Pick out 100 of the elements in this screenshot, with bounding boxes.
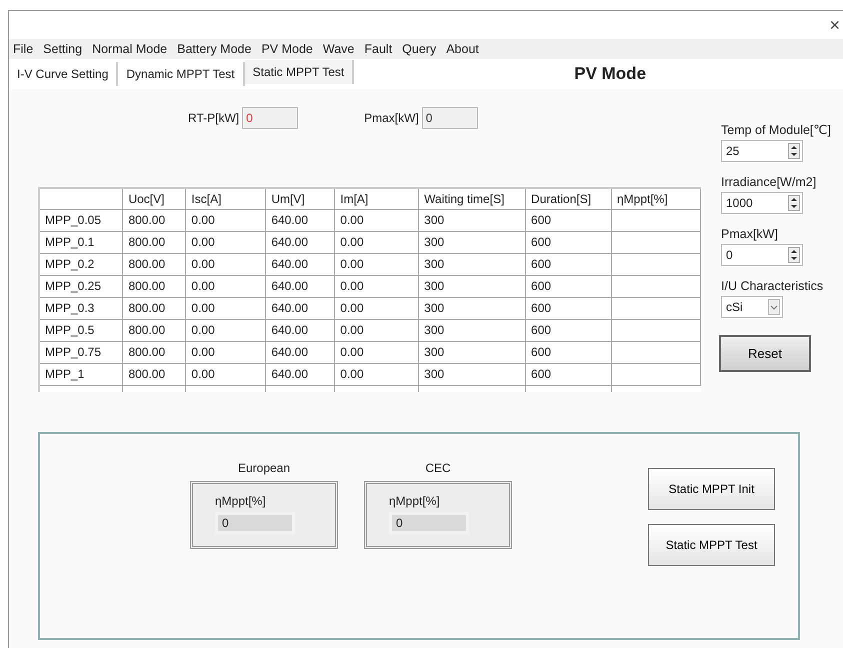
table-cell: 640.00 xyxy=(266,297,335,319)
table-cell: 800.00 xyxy=(122,341,186,363)
table-cell: 600 xyxy=(526,341,612,363)
table-cell: 0.00 xyxy=(334,363,419,385)
table-cell: 0.00 xyxy=(334,253,419,275)
table-cell: 800.00 xyxy=(122,297,186,319)
setting-label: Pmax[kW] xyxy=(721,227,779,241)
efficiency-label: ηMppt[%] xyxy=(215,494,267,508)
dropdown-caret-icon[interactable] xyxy=(768,299,780,315)
row-header-cell: MPP_0.5 xyxy=(39,319,123,341)
table-cell: 600 xyxy=(526,275,612,297)
table-cell: 800.00 xyxy=(122,275,186,297)
efficiency-field: 0 xyxy=(215,512,295,534)
table-cell: 300 xyxy=(418,341,526,363)
table-cell: 300 xyxy=(418,319,526,341)
table-cell: 0.00 xyxy=(334,341,419,363)
table-cell: 300 xyxy=(418,297,526,319)
header-cell: Im[A] xyxy=(334,188,419,209)
header-cell: Waiting time[S] xyxy=(418,188,526,209)
table-cell: 300 xyxy=(418,209,526,231)
table-cell: 0.00 xyxy=(186,231,266,253)
table-cell: 0.00 xyxy=(186,297,266,319)
setting-label: I/U Characteristics xyxy=(721,279,824,293)
action-button[interactable]: Static MPPT Test xyxy=(648,524,775,566)
action-button[interactable]: Static MPPT Init xyxy=(648,468,775,510)
close-button[interactable]: × xyxy=(827,14,842,36)
readout-label: RT-P[kW] xyxy=(188,111,240,125)
table-cell: 640.00 xyxy=(266,231,335,253)
row-header-cell: MPP_0.1 xyxy=(39,231,123,253)
spinner-field[interactable]: 1000 xyxy=(721,192,803,214)
table-cell: 0.00 xyxy=(186,253,266,275)
table-cell: 600 xyxy=(526,209,612,231)
table-cell: 600 xyxy=(526,363,612,385)
table-cell: 800.00 xyxy=(122,231,186,253)
table-cell: 300 xyxy=(418,363,526,385)
reset-button[interactable]: Reset xyxy=(719,335,811,372)
menu-item[interactable]: File xyxy=(9,42,38,56)
setting-label: Irradiance[W/m2] xyxy=(721,175,818,189)
menu-item[interactable]: About xyxy=(442,42,483,56)
table-cell: 0.00 xyxy=(186,319,266,341)
row-header-cell: MPP_0.75 xyxy=(39,341,123,363)
menu-item[interactable]: PV Mode xyxy=(257,42,317,56)
table-cell: 300 xyxy=(418,275,526,297)
table-cell: 300 xyxy=(418,253,526,275)
row-header-cell: MPP_0.05 xyxy=(39,209,123,231)
efficiency-label: ηMppt[%] xyxy=(389,494,441,508)
table-cell: 0.00 xyxy=(186,363,266,385)
spinner-arrows-icon[interactable] xyxy=(788,195,800,211)
spinner-field[interactable]: 0 xyxy=(721,244,803,266)
table-cell: 0.00 xyxy=(334,231,419,253)
header-cell: Uoc[V] xyxy=(122,188,186,209)
readout-field: 0 xyxy=(242,107,298,129)
table-cell: 0.00 xyxy=(186,275,266,297)
menu-item[interactable]: Fault xyxy=(360,42,396,56)
table-cell: 600 xyxy=(526,297,612,319)
menu-item[interactable]: Battery Mode xyxy=(173,42,256,56)
readout-field: 0 xyxy=(422,107,478,129)
table-cell: 800.00 xyxy=(122,209,186,231)
table-cell: 0.00 xyxy=(334,275,419,297)
header-cell: Isc[A] xyxy=(186,188,266,209)
table-cell: 0.00 xyxy=(334,297,419,319)
table-cell: 300 xyxy=(418,231,526,253)
readout-label: Pmax[kW] xyxy=(364,111,419,125)
header-cell: Um[V] xyxy=(266,188,335,209)
efficiency-title: European xyxy=(238,460,290,474)
table-cell: 0.00 xyxy=(186,341,266,363)
row-header-cell: MPP_0.2 xyxy=(39,253,123,275)
table-cell: 640.00 xyxy=(266,209,335,231)
table-cell: 800.00 xyxy=(122,319,186,341)
tab[interactable]: Static MPPT Test xyxy=(244,60,354,84)
row-header-cell: MPP_0.25 xyxy=(39,275,123,297)
setting-label: Temp of Module[℃] xyxy=(721,122,831,137)
table-cell: 600 xyxy=(526,319,612,341)
table-cell: 800.00 xyxy=(122,253,186,275)
dropdown-field[interactable]: cSi xyxy=(721,296,783,318)
row-header-cell: MPP_0.3 xyxy=(39,297,123,319)
table-cell: 0.00 xyxy=(186,209,266,231)
table-cell: 0.00 xyxy=(334,319,419,341)
table-cell: 800.00 xyxy=(122,363,186,385)
menu-item[interactable]: Setting xyxy=(39,42,86,56)
menu-item[interactable]: Wave xyxy=(318,42,358,56)
table-cell: 640.00 xyxy=(266,341,335,363)
row-header-cell: MPP_1 xyxy=(39,363,123,385)
spinner-arrows-icon[interactable] xyxy=(788,247,800,263)
spinner-field[interactable]: 25 xyxy=(721,140,803,162)
table-cell: 640.00 xyxy=(266,363,335,385)
table-cell: 600 xyxy=(526,231,612,253)
table-cell: 600 xyxy=(526,253,612,275)
efficiency-title: CEC xyxy=(425,460,451,474)
table-cell: 640.00 xyxy=(266,319,335,341)
menu-item[interactable]: Normal Mode xyxy=(88,42,172,56)
table-cell: 0.00 xyxy=(334,209,419,231)
menu-item[interactable]: Query xyxy=(398,42,440,56)
spinner-arrows-icon[interactable] xyxy=(788,143,800,159)
table-cell: 640.00 xyxy=(266,253,335,275)
header-cell: ηMppt[%] xyxy=(611,188,700,209)
header-cell: Duration[S] xyxy=(526,188,612,209)
mode-title: PV Mode xyxy=(574,64,646,84)
table-cell: 640.00 xyxy=(266,275,335,297)
efficiency-field: 0 xyxy=(389,512,469,534)
